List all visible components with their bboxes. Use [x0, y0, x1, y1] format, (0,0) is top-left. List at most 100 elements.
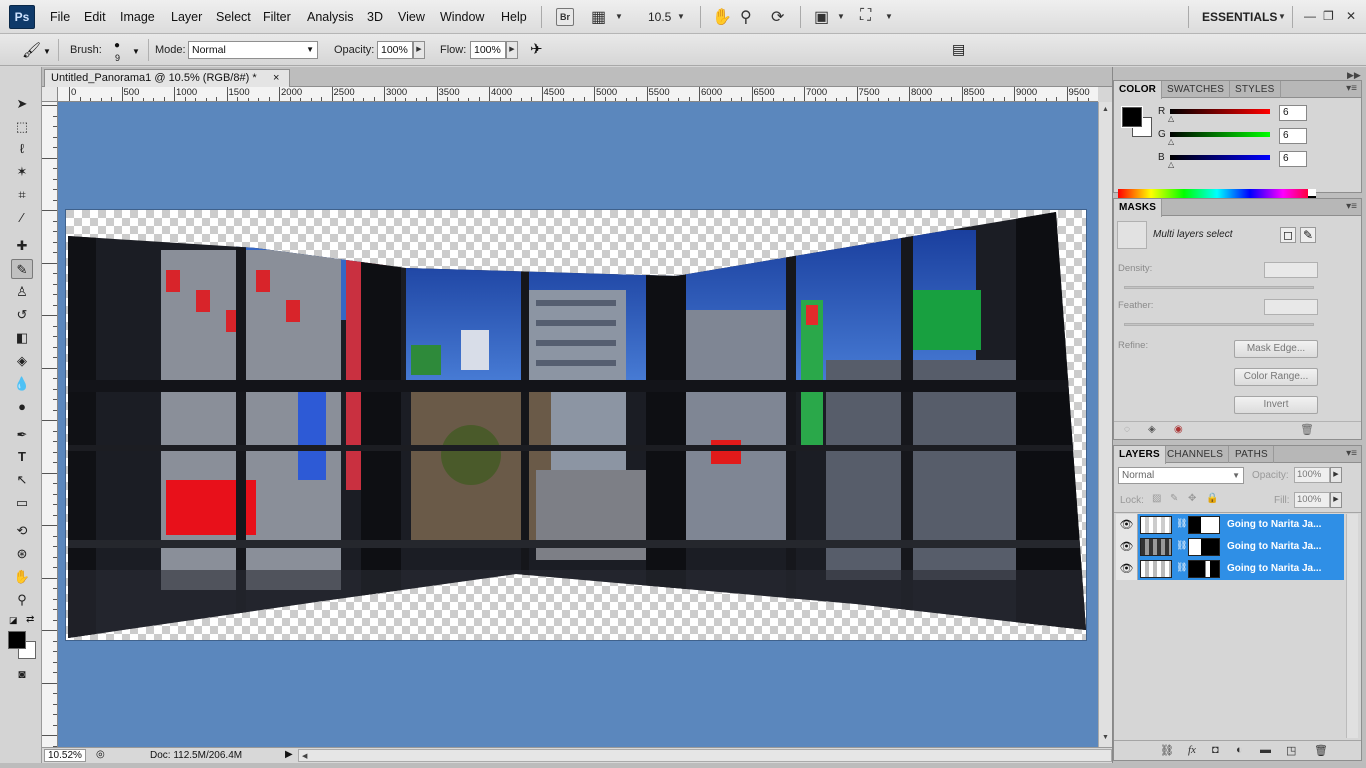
adjustment-layer-icon[interactable]: ◐ [1236, 744, 1243, 756]
tab-paths[interactable]: PATHS [1230, 446, 1274, 463]
hand-tool-icon[interactable]: ✋ [712, 7, 732, 27]
vertical-ruler[interactable] [42, 102, 58, 747]
zoom-tool-icon[interactable]: ⚲ [740, 7, 752, 27]
color-range-button[interactable]: Color Range... [1234, 368, 1318, 386]
menu-edit[interactable]: Edit [84, 10, 106, 24]
layer-name[interactable]: Going to Narita Ja... [1227, 541, 1321, 552]
menu-file[interactable]: File [50, 10, 70, 24]
fill-field[interactable]: 100% [1294, 492, 1330, 508]
swap-colors-icon[interactable]: ⇄ [26, 614, 34, 625]
eraser-tool-icon[interactable]: ◧ [11, 328, 33, 348]
status-info-icon[interactable]: ◎ [96, 749, 105, 760]
foreground-color-swatch[interactable] [8, 631, 26, 649]
brush-tip-icon[interactable]: ● [114, 40, 120, 51]
tab-color[interactable]: COLOR [1114, 81, 1163, 99]
eye-icon[interactable]: 👁 [1116, 536, 1138, 558]
panel-menu-icon[interactable]: ▾≡ [1346, 83, 1357, 94]
green-value-field[interactable]: 6 [1279, 128, 1307, 144]
film-strip-icon[interactable]: ▦ [591, 7, 606, 27]
blue-value-field[interactable]: 6 [1279, 151, 1307, 167]
magic-wand-tool-icon[interactable]: ✶ [11, 162, 33, 182]
layers-scrollbar[interactable] [1346, 514, 1358, 738]
chain-link-icon[interactable]: ⛓ [1176, 562, 1187, 573]
brush-preset-icon[interactable]: 🖌 [22, 41, 41, 59]
lock-transparency-icon[interactable]: ▨ [1152, 493, 1161, 504]
layer-row[interactable]: 👁 ⛓ Going to Narita Ja... [1116, 558, 1344, 580]
arrange-documents-icon[interactable]: ▣ [814, 7, 829, 27]
zoom-tool-icon[interactable]: ⚲ [11, 590, 33, 610]
layer-selected-body[interactable]: ⛓ Going to Narita Ja... [1138, 514, 1344, 536]
chevron-down-icon[interactable]: ▼ [677, 12, 685, 21]
chevron-down-icon[interactable]: ▼ [132, 47, 140, 56]
flow-field[interactable]: 100% [470, 41, 506, 59]
load-selection-icon[interactable]: ◌ [1124, 424, 1130, 435]
clone-stamp-tool-icon[interactable]: ♙ [11, 282, 33, 302]
bridge-icon[interactable]: Br [556, 8, 574, 26]
lock-all-icon[interactable]: 🔒 [1206, 493, 1218, 504]
menu-select[interactable]: Select [216, 10, 251, 24]
tab-layers[interactable]: LAYERS [1114, 446, 1166, 464]
path-selection-tool-icon[interactable]: ↖ [11, 470, 33, 490]
pen-tool-icon[interactable]: ✒ [11, 425, 33, 445]
fill-slider-toggle[interactable]: ▶ [1330, 492, 1342, 508]
add-pixel-mask-icon[interactable]: ◻ [1280, 227, 1296, 243]
menu-image[interactable]: Image [120, 10, 155, 24]
move-tool-icon[interactable]: ➤ [11, 94, 33, 114]
blue-slider-thumb[interactable]: △ [1168, 160, 1174, 169]
blend-mode-select[interactable]: Normal ▼ [1118, 467, 1244, 484]
rotate-view-icon[interactable]: ⟳ [771, 7, 784, 27]
new-layer-icon[interactable]: ◳ [1286, 744, 1296, 757]
apply-mask-icon[interactable]: ◈ [1148, 424, 1156, 435]
document-canvas[interactable] [66, 210, 1086, 640]
scroll-down-icon[interactable]: ▼ [1102, 734, 1109, 741]
foreground-color-swatch[interactable] [1121, 106, 1143, 128]
add-vector-mask-icon[interactable]: ✎ [1300, 227, 1316, 243]
eyedropper-tool-icon[interactable]: ⁄ [11, 208, 33, 228]
menu-filter[interactable]: Filter [263, 10, 291, 24]
default-colors-icon[interactable]: ◪ [9, 615, 18, 626]
menu-view[interactable]: View [398, 10, 425, 24]
crop-tool-icon[interactable]: ⌗ [11, 185, 33, 205]
layer-selected-body[interactable]: ⛓ Going to Narita Ja... [1138, 536, 1344, 558]
eye-icon[interactable]: 👁 [1116, 514, 1138, 536]
panel-menu-icon[interactable]: ▾≡ [1346, 448, 1357, 459]
green-slider-thumb[interactable]: △ [1168, 137, 1174, 146]
mask-edge-button[interactable]: Mask Edge... [1234, 340, 1318, 358]
red-slider[interactable] [1170, 109, 1270, 114]
disable-mask-icon[interactable]: ◉ [1174, 424, 1183, 435]
close-button[interactable]: ✕ [1346, 9, 1356, 23]
horizontal-scrollbar[interactable]: ◀ [298, 749, 1112, 762]
lock-position-icon[interactable]: ✥ [1188, 493, 1196, 504]
layer-name[interactable]: Going to Narita Ja... [1227, 563, 1321, 574]
delete-mask-icon[interactable]: 🗑 [1300, 423, 1314, 436]
menu-analysis[interactable]: Analysis [307, 10, 354, 24]
healing-brush-tool-icon[interactable]: ✚ [11, 236, 33, 256]
tab-styles[interactable]: STYLES [1230, 81, 1281, 98]
green-slider[interactable] [1170, 132, 1270, 137]
dodge-tool-icon[interactable]: ● [11, 397, 33, 417]
chevron-down-icon[interactable]: ▼ [885, 12, 893, 21]
lock-pixels-icon[interactable]: ✎ [1170, 493, 1178, 504]
blur-tool-icon[interactable]: 💧 [11, 374, 33, 394]
menu-layer[interactable]: Layer [171, 10, 202, 24]
scroll-up-icon[interactable]: ▲ [1102, 106, 1109, 113]
3d-orbit-tool-icon[interactable]: ⊛ [11, 544, 33, 564]
panel-menu-icon[interactable]: ▾≡ [1346, 201, 1357, 212]
mode-select[interactable]: Normal ▼ [188, 41, 318, 59]
link-layers-icon[interactable]: ⛓ [1160, 744, 1174, 757]
layer-opacity-field[interactable]: 100% [1294, 467, 1330, 483]
document-tab[interactable]: Untitled_Panorama1 @ 10.5% (RGB/8#) * × [44, 69, 290, 88]
close-document-icon[interactable]: × [273, 70, 279, 87]
tab-masks[interactable]: MASKS [1114, 199, 1163, 217]
zoom-level-dropdown[interactable]: 10.5 [648, 10, 671, 24]
layer-row[interactable]: 👁 ⛓ Going to Narita Ja... [1116, 536, 1344, 558]
chain-link-icon[interactable]: ⛓ [1176, 540, 1187, 551]
layer-mask-thumbnail[interactable] [1188, 560, 1220, 578]
chevron-down-icon[interactable]: ▼ [615, 12, 623, 21]
type-tool-icon[interactable]: T [11, 447, 33, 467]
3d-rotate-tool-icon[interactable]: ⟲ [11, 521, 33, 541]
eye-icon[interactable]: 👁 [1116, 558, 1138, 580]
hand-tool-icon[interactable]: ✋ [11, 567, 33, 587]
quick-mask-icon[interactable]: ◙ [11, 664, 33, 684]
shape-tool-icon[interactable]: ▭ [11, 493, 33, 513]
